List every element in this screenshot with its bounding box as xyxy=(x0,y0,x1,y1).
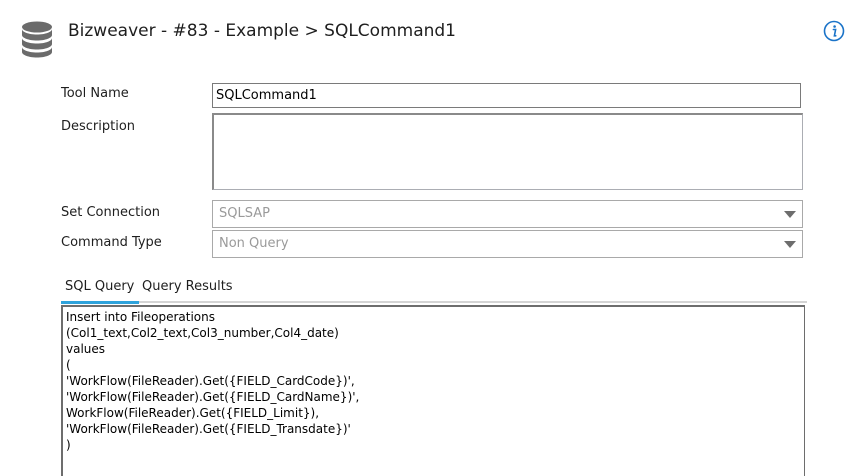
sql-line: ( xyxy=(66,358,71,372)
description-label: Description xyxy=(61,119,136,134)
chevron-down-icon[interactable] xyxy=(784,211,796,218)
command-type-select[interactable]: Non Query xyxy=(212,230,803,258)
tab-query-results[interactable]: Query Results xyxy=(142,279,233,294)
tab-sql-query[interactable]: SQL Query xyxy=(65,279,134,294)
active-tab-indicator xyxy=(61,301,139,304)
set-connection-value: SQLSAP xyxy=(219,206,270,221)
page-title: Bizweaver - #83 - Example > SQLCommand1 xyxy=(68,21,456,41)
set-connection-select[interactable]: SQLSAP xyxy=(212,200,803,228)
set-connection-label: Set Connection xyxy=(61,205,161,220)
tab-divider xyxy=(61,301,807,303)
info-icon[interactable] xyxy=(823,20,845,42)
tool-name-input[interactable] xyxy=(212,83,801,108)
database-icon xyxy=(22,21,52,58)
sql-line: 'WorkFlow(FileReader).Get({FIELD_Transda… xyxy=(66,422,351,436)
chevron-down-icon[interactable] xyxy=(784,241,796,248)
tool-name-label: Tool Name xyxy=(61,86,129,101)
sql-line: (Col1_text,Col2_text,Col3_number,Col4_da… xyxy=(66,326,339,340)
sql-line: WorkFlow(FileReader).Get({FIELD_Limit}), xyxy=(66,406,320,420)
sql-line: 'WorkFlow(FileReader).Get({FIELD_CardNam… xyxy=(66,390,360,404)
sql-query-editor[interactable]: Insert into Fileoperations (Col1_text,Co… xyxy=(61,305,805,476)
sql-line: values xyxy=(66,342,106,356)
description-input[interactable] xyxy=(212,113,803,190)
tool-properties-page: Bizweaver - #83 - Example > SQLCommand1 … xyxy=(0,0,857,476)
command-type-value: Non Query xyxy=(219,236,289,251)
sql-line: 'WorkFlow(FileReader).Get({FIELD_CardCod… xyxy=(66,374,355,388)
sql-line: Insert into Fileoperations xyxy=(66,310,215,324)
sql-line: ) xyxy=(66,438,71,452)
command-type-label: Command Type xyxy=(61,235,162,250)
